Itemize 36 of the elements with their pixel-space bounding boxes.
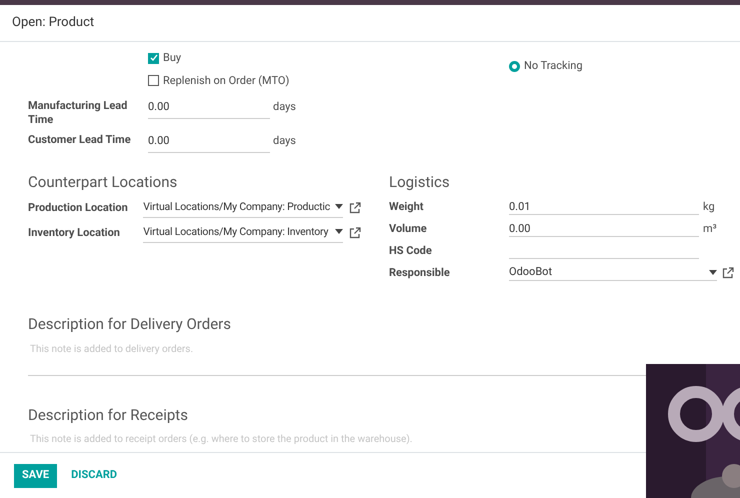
unit-label: days (273, 99, 296, 115)
checkbox[interactable] (148, 52, 159, 64)
external-link-icon[interactable] (722, 267, 734, 279)
section-title: Description for Receipts (28, 404, 189, 426)
field-label: Production Location (28, 200, 129, 216)
checkbox-label: Buy (163, 50, 182, 66)
location-select[interactable]: Virtual Locations/My Company: Inventory (143, 224, 343, 242)
caret-icon (709, 270, 717, 275)
field-label: Weight (389, 198, 424, 215)
section-title: Logistics (389, 172, 451, 192)
field-label: Responsible (389, 264, 451, 281)
field-label: HS Code (389, 242, 433, 259)
checkbox[interactable] (148, 75, 159, 86)
input-field[interactable]: 0.00 (148, 99, 270, 118)
caret-icon (335, 229, 343, 234)
dialog-title: Open: Product (12, 14, 94, 32)
unit-label: kg (703, 198, 715, 215)
caret-icon (335, 204, 343, 210)
radio-button[interactable] (509, 60, 520, 72)
field-label: Inventory Location (28, 224, 121, 241)
section-title: Description for Delivery Orders (28, 314, 232, 335)
radio-label: No Tracking (524, 58, 583, 74)
section-title: Counterpart Locations (28, 172, 178, 192)
unit-label: m³ (703, 220, 717, 237)
external-link-icon[interactable] (349, 227, 361, 240)
input-field[interactable]: 0.00 (148, 133, 270, 152)
location-select[interactable]: Virtual Locations/My Company: Productic (143, 199, 343, 218)
field-label: Manufacturing Lead Time (28, 99, 128, 127)
external-link-icon[interactable] (349, 202, 361, 214)
field-label: Customer Lead Time (28, 133, 132, 147)
input-field[interactable]: 0.01 (509, 199, 699, 215)
user-select[interactable]: OdooBot (509, 265, 717, 281)
input-field[interactable]: 0.00 (509, 221, 699, 237)
field-label: Volume (389, 220, 428, 237)
unit-label: days (273, 133, 296, 149)
checkbox-label: Replenish on Order (MTO) (163, 72, 290, 88)
